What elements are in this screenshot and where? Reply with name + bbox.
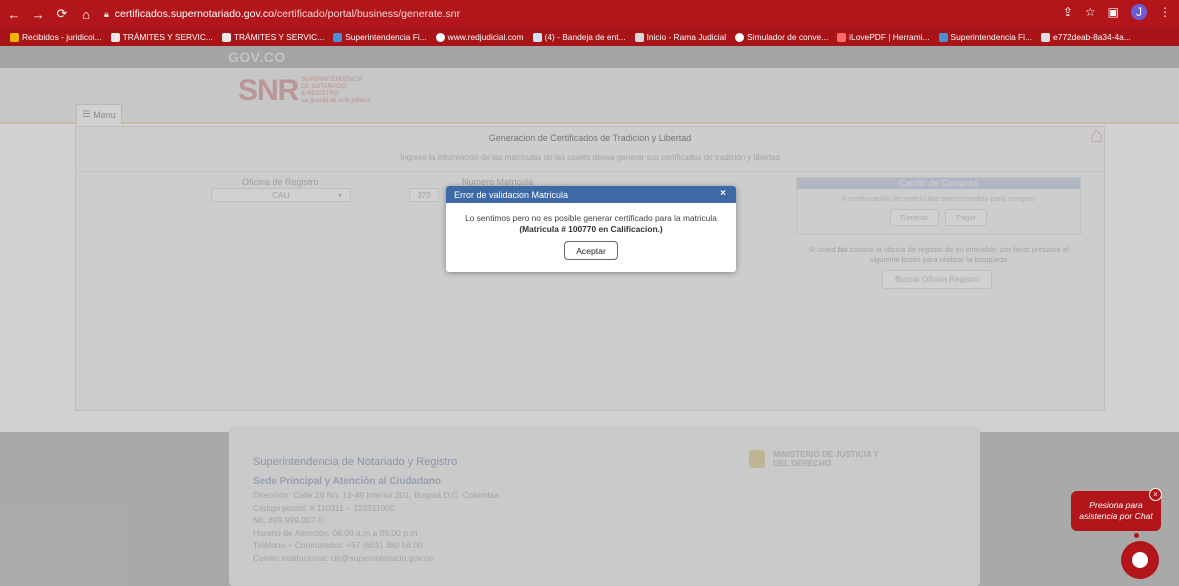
bookmark-item[interactable]: e772deab-8a34-4a... — [1041, 32, 1131, 42]
modal-backdrop[interactable] — [0, 46, 1179, 586]
document-icon — [1041, 32, 1051, 42]
bookmark-item[interactable]: Inicio - Rama Judicial — [634, 32, 726, 42]
snr-icon — [938, 32, 948, 42]
reload-icon[interactable]: ⟳ — [52, 4, 72, 24]
close-icon[interactable]: × — [720, 188, 726, 199]
browser-toolbar: ← → ⟳ ⌂ 🔒︎ certificados.supernotariado.g… — [0, 0, 1179, 28]
url-path: /certificado/portal/business/generate.sn… — [273, 8, 461, 20]
bookmark-item[interactable]: iLovePDF | Herrami... — [837, 32, 930, 42]
dialog-title: Error de validacion Matricula — [454, 189, 569, 200]
bookmark-item[interactable]: TRÁMITES Y SERVIC... — [221, 32, 324, 42]
url-host: certificados.supernotariado.gov.co — [114, 8, 274, 20]
share-icon[interactable]: ⇪ — [1063, 5, 1073, 19]
globe-icon — [735, 32, 745, 42]
dialog-message: Lo sentimos pero no es posible generar c… — [465, 213, 717, 234]
chat-prompt[interactable]: Presiona para asistencia por Chat — [1071, 491, 1161, 531]
bookmarks-bar: Recibidos - juridicoi... TRÁMITES Y SERV… — [0, 28, 1179, 46]
globe-icon — [435, 32, 445, 42]
back-arrow-icon[interactable]: ← — [4, 4, 24, 24]
bookmark-item[interactable]: Recibidos - juridicoi... — [10, 32, 102, 42]
bookmark-item[interactable]: Superintendencia Fi... — [938, 32, 1032, 42]
chat-icon — [110, 32, 120, 42]
chat-icon — [1132, 552, 1148, 568]
dialog-header: Error de validacion Matricula × — [446, 186, 736, 203]
mail-icon — [10, 32, 19, 42]
chat-pointer — [1134, 533, 1139, 538]
close-icon[interactable]: × — [1149, 488, 1162, 501]
snr-icon — [333, 32, 343, 42]
home-icon[interactable]: ⌂ — [76, 4, 96, 24]
window-icon[interactable]: ▣ — [1108, 5, 1119, 19]
lock-icon: 🔒︎ — [104, 8, 109, 19]
error-dialog: Error de validacion Matricula × Lo senti… — [446, 186, 736, 272]
address-bar[interactable]: 🔒︎ certificados.supernotariado.gov.co /c… — [104, 4, 460, 24]
chat-button[interactable] — [1121, 541, 1159, 579]
outlook-icon — [532, 32, 542, 42]
accept-button[interactable]: Aceptar — [564, 241, 618, 260]
chat-icon — [221, 32, 231, 42]
rama-judicial-icon — [634, 32, 644, 42]
bookmark-item[interactable]: Superintendencia Fi... — [333, 32, 427, 42]
forward-arrow-icon[interactable]: → — [28, 4, 48, 24]
star-icon[interactable]: ☆ — [1085, 5, 1096, 19]
bookmark-item[interactable]: (4) - Bandeja de ent... — [532, 32, 626, 42]
bookmark-item[interactable]: www.redjudicial.com — [435, 32, 524, 42]
ilovepdf-icon — [837, 32, 847, 42]
bookmark-item[interactable]: Simulador de conve... — [735, 32, 828, 42]
more-menu-icon[interactable]: ⋮ — [1159, 5, 1171, 19]
matricula-detail: (Matricula # 100770 en Calificacion.) — [519, 224, 663, 234]
profile-avatar[interactable]: J — [1131, 4, 1147, 20]
bookmark-item[interactable]: TRÁMITES Y SERVIC... — [110, 32, 213, 42]
